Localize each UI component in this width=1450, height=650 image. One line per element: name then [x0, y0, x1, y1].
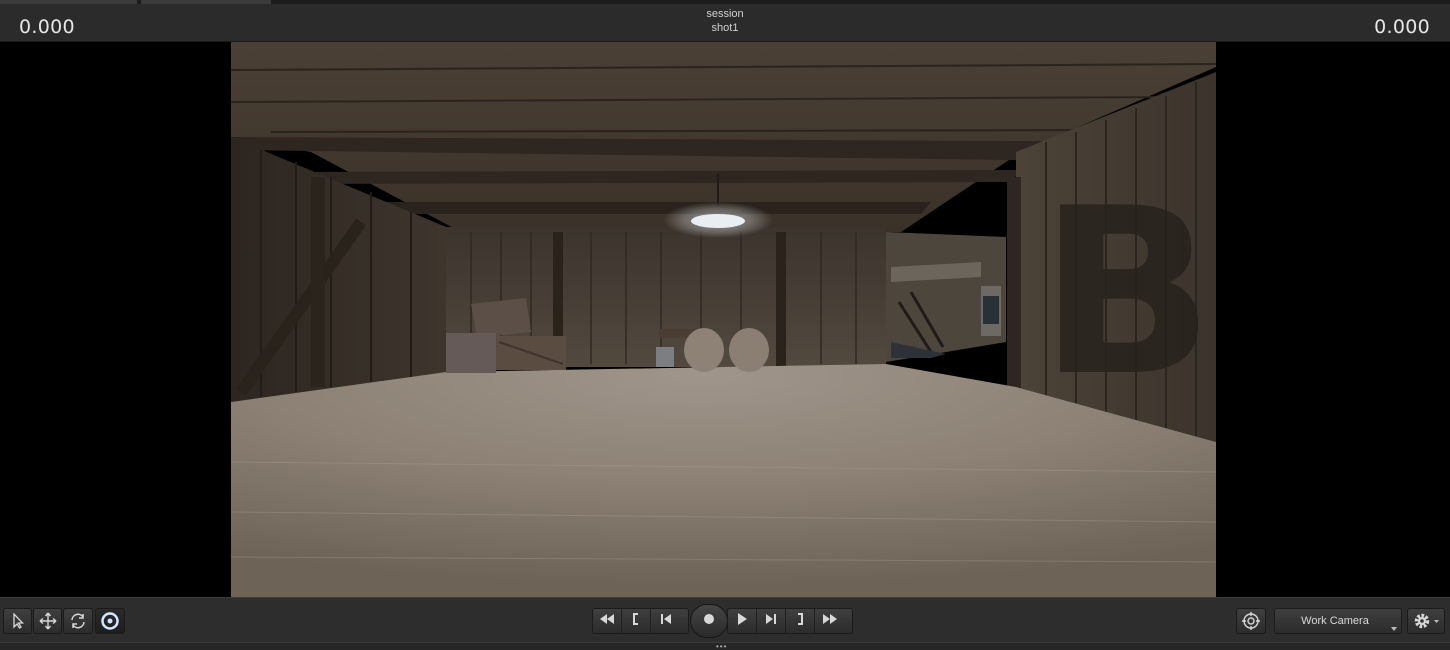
grip-dots: ••• [716, 642, 728, 650]
rotate-tool-button[interactable] [63, 608, 93, 634]
target-circle-icon [100, 611, 120, 631]
rewind-button[interactable] [593, 609, 622, 633]
crosshair-icon [1242, 612, 1260, 630]
camera-target-button[interactable] [1236, 608, 1266, 634]
mark-out-icon [795, 612, 805, 631]
fast-forward-icon [821, 612, 839, 630]
mark-out-button[interactable] [786, 609, 815, 633]
step-forward-button[interactable] [757, 609, 786, 633]
record-button[interactable] [690, 604, 728, 638]
select-tool-button[interactable] [3, 608, 32, 634]
3d-viewport[interactable]: B [0, 42, 1450, 597]
step-forward-icon [765, 612, 777, 630]
move-tool-button[interactable] [33, 608, 62, 634]
mark-in-icon [631, 612, 641, 631]
gear-icon [1412, 611, 1440, 631]
rotate-icon [69, 612, 87, 630]
wall-letter-b: B [1039, 160, 1214, 427]
mark-in-button[interactable] [622, 609, 651, 633]
transport-left-group [592, 608, 689, 634]
settings-button[interactable] [1407, 608, 1445, 634]
record-icon [703, 612, 715, 630]
orbit-tool-button[interactable] [95, 608, 125, 634]
scene-render[interactable]: B [231, 42, 1216, 597]
camera-select[interactable]: Work Camera [1274, 608, 1402, 634]
panel-resize-handle[interactable]: ••• [0, 642, 1450, 650]
shot-label: shot1 [711, 22, 739, 34]
rewind-icon [598, 612, 616, 630]
move-cross-arrows-icon [39, 612, 57, 630]
session-label: session [706, 8, 744, 20]
viewport-toolbar: Work Camera [0, 597, 1450, 642]
fast-forward-button[interactable] [815, 609, 844, 633]
play-button[interactable] [728, 609, 757, 633]
transport-right-group [727, 608, 853, 634]
arrow-pointer-icon [11, 613, 25, 629]
viewport-header: 0.000 session shot1 0.000 [0, 4, 1450, 42]
chevron-down-icon [1391, 618, 1397, 636]
step-back-icon [660, 612, 672, 630]
play-icon [736, 612, 748, 631]
current-time-right: 0.000 [1374, 16, 1430, 38]
camera-select-label: Work Camera [1301, 615, 1369, 627]
step-back-button[interactable] [651, 609, 680, 633]
